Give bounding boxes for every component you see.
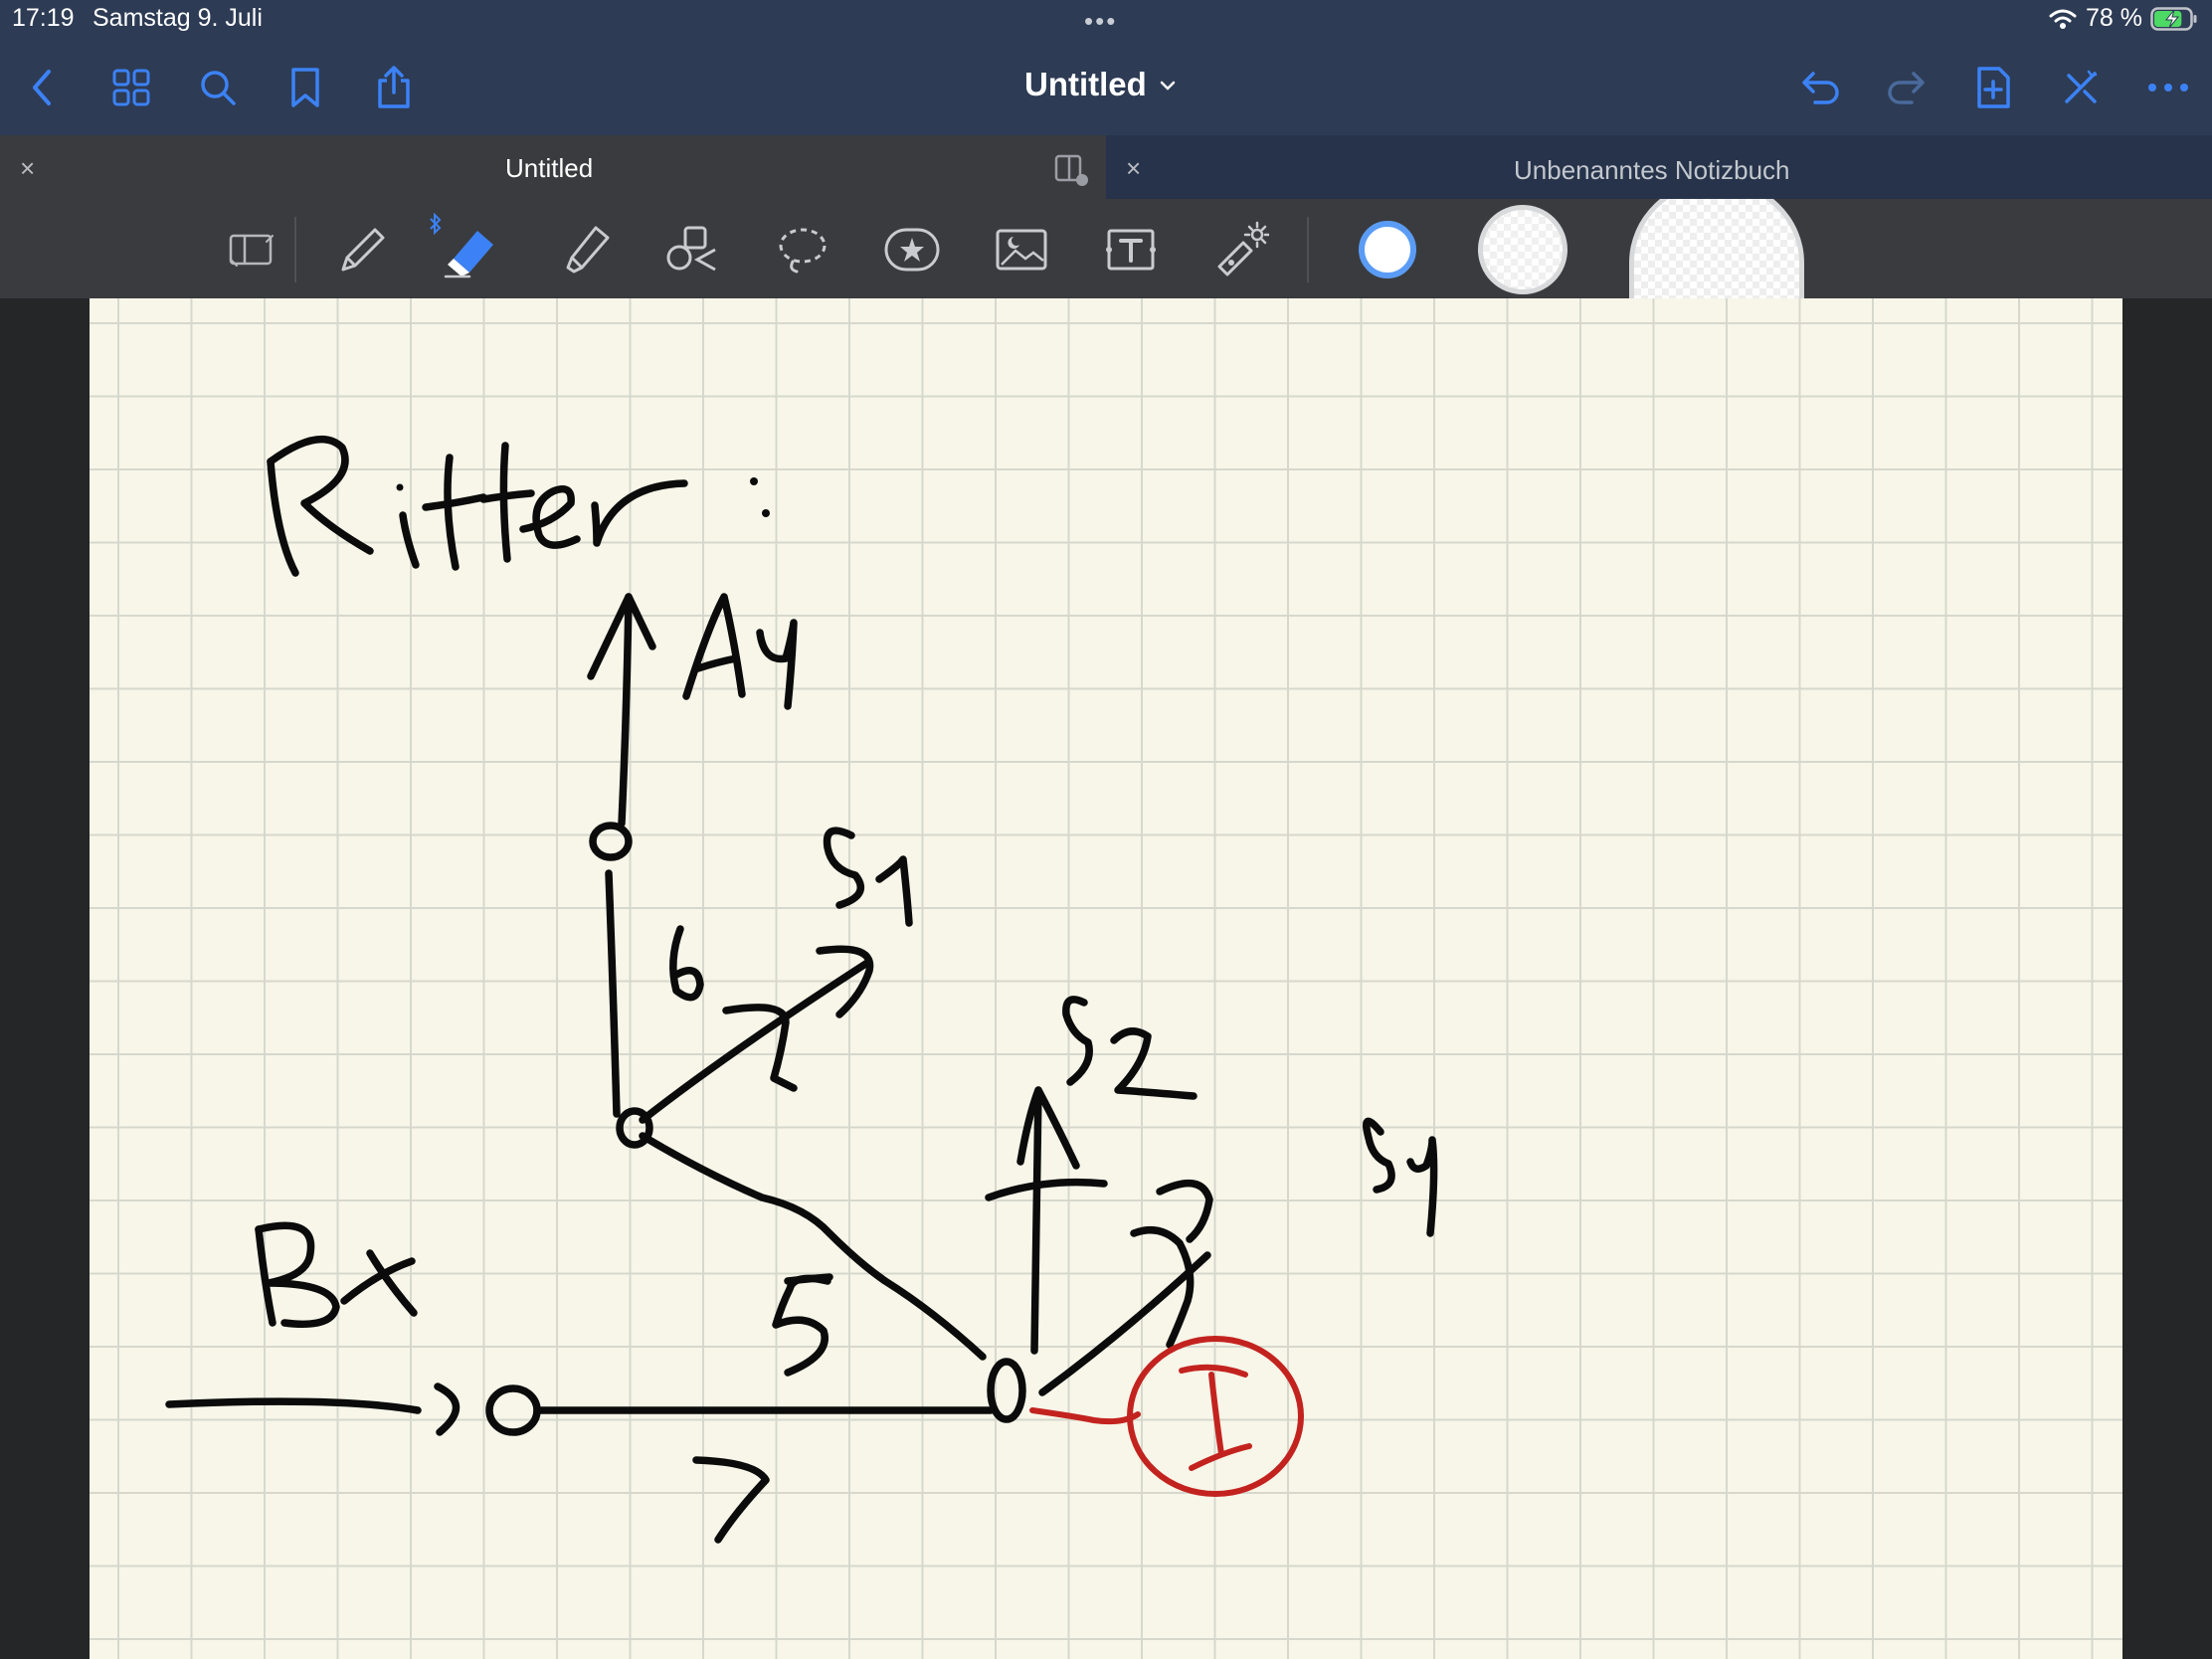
text-box-icon[interactable] [1098,217,1164,282]
share-icon[interactable] [368,62,420,113]
status-date: Samstag 9. Juli [92,4,263,32]
undo-icon[interactable] [1795,62,1847,113]
laser-pointer-icon[interactable] [1207,217,1273,282]
node-b [987,1358,1026,1423]
large-eraser-size-swatch[interactable] [1629,199,1804,304]
document-title-menu[interactable]: Untitled [1024,66,1177,103]
highlighter-icon[interactable] [553,217,619,282]
label-sy [1363,1117,1438,1237]
tab-label: Untitled [505,153,594,183]
toolbar-divider [1307,217,1309,282]
document-title: Untitled [1024,66,1147,102]
wifi-icon [2048,7,2078,31]
battery-percent: 78 % [2086,4,2142,32]
lasso-icon[interactable] [770,217,835,282]
node-bx [485,1384,541,1436]
image-icon[interactable] [989,217,1054,282]
force-arrow-s2 [1030,1086,1042,1355]
tab-bar: × Untitled × Unbenanntes Notizbuch [0,135,2212,199]
node-a [589,822,633,861]
tab-label: Unbenanntes Notizbuch [1514,155,1790,185]
split-view-icon[interactable] [1054,153,1088,192]
multitasking-dots[interactable]: ••• [1084,6,1117,37]
label-6 [669,925,704,1002]
more-icon[interactable] [2142,62,2194,113]
arrowhead-ay [587,593,656,680]
arrowhead-bx [434,1382,461,1436]
cut-mark-s2 [985,1178,1108,1201]
force-arrow-bx [165,1397,422,1414]
small-eraser-size-swatch[interactable] [1359,221,1416,278]
close-tab-icon[interactable]: × [20,153,35,184]
chevron-down-icon [1159,72,1177,97]
arrowhead-s2 [1016,1086,1080,1170]
sticker-icon[interactable] [879,217,945,282]
cut-mark-sy [1130,1225,1195,1349]
shapes-icon[interactable] [658,217,724,282]
close-tab-icon[interactable]: × [1126,153,1141,184]
add-page-icon[interactable] [1967,62,2019,113]
status-time: 17:19 [12,4,75,32]
force-arrow-ay [618,593,633,828]
label-s2 [1062,996,1198,1100]
pen-icon[interactable] [330,217,396,282]
label-bx [255,1221,418,1329]
close-toolbar-icon[interactable] [2055,62,2107,113]
label-ay [682,593,798,710]
search-icon[interactable] [192,62,244,113]
top-bar: 17:19 Samstag 9. Juli ••• 78 % Untitled [0,0,2212,135]
label-s1 [823,827,913,927]
grid-icon[interactable] [105,62,157,113]
toolbar-divider [294,217,296,282]
label-5-stroke [784,1273,833,1285]
status-indicators: 78 % [2048,4,2198,33]
drawing-toolbar [0,199,2212,304]
canvas-area [0,298,2212,1659]
grid-paper-page[interactable] [90,298,2122,1659]
label-7 [692,1456,770,1544]
medium-eraser-size-swatch[interactable] [1478,205,1567,294]
back-chevron-icon[interactable] [16,62,68,113]
label-5 [772,1274,831,1377]
handwritten-heading [267,435,770,577]
battery-charging-icon [2150,6,2198,32]
tab-unbenanntes-notizbuch[interactable]: × Unbenanntes Notizbuch [1106,135,2212,199]
red-annotation-i [1029,1336,1304,1497]
redo-icon[interactable] [1880,62,1932,113]
eraser-icon[interactable] [438,217,503,282]
sidebar-panel-icon[interactable] [219,217,284,282]
bookmark-icon[interactable] [279,62,331,113]
handwriting-layer [165,435,1438,1544]
tab-untitled[interactable]: × Untitled [0,135,1106,199]
member-vertical [605,869,621,1118]
